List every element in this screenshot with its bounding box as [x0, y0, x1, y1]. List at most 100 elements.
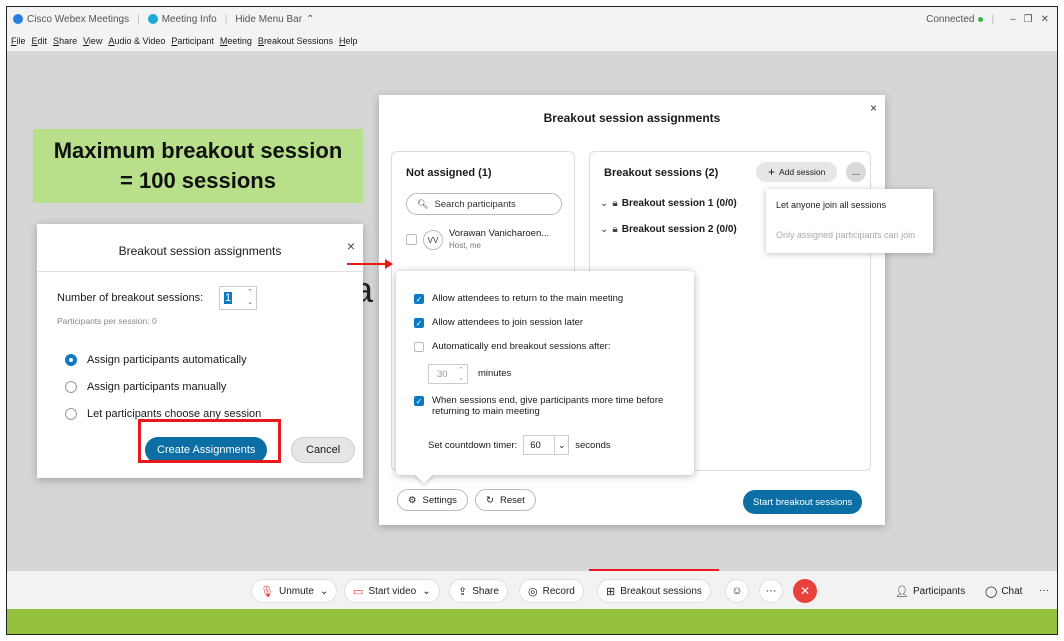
close-window-icon[interactable]: ✕	[1041, 14, 1049, 25]
connection-status: Connected	[926, 14, 984, 25]
search-icon: 🔍︎	[417, 198, 429, 209]
menu-participant[interactable]: Participant	[171, 36, 214, 46]
stepper-arrows-icon[interactable]: ⌃ ⌄	[247, 288, 253, 308]
minutes-label: minutes	[478, 368, 512, 379]
search-input[interactable]: 🔍︎ Search participants	[406, 193, 562, 215]
breakout-sessions-title: Breakout sessions (2)	[604, 167, 719, 179]
restore-icon[interactable]: ❐	[1024, 14, 1033, 25]
meeting-info-button[interactable]: Meeting Info	[147, 14, 217, 25]
start-breakout-sessions-button[interactable]: Start breakout sessions	[743, 490, 863, 514]
share-button[interactable]: ⇪ Share	[449, 579, 508, 603]
chevron-down-icon: ⌄	[600, 198, 609, 209]
highlight-create-assignments	[138, 419, 281, 463]
menu-help[interactable]: Help	[339, 36, 358, 46]
status-dot-icon	[978, 16, 984, 22]
mic-muted-icon: 🎙︎	[260, 585, 274, 598]
cancel-button[interactable]: Cancel	[291, 437, 356, 463]
radio-assign-manual[interactable]: Assign participants manually	[65, 381, 226, 393]
radio-selected-icon[interactable]	[65, 354, 77, 366]
session-row-1[interactable]: ⌄ 🔒︎ Breakout session 1 (0/0)	[600, 198, 737, 209]
breakout-sessions-button[interactable]: ⊞ Breakout sessions	[597, 579, 711, 603]
chat-icon: ◯	[985, 586, 998, 598]
participant-role: Host, me	[449, 241, 482, 250]
app-window: Cisco Webex Meetings | Meeting Info | Hi…	[6, 6, 1058, 635]
num-sessions-stepper[interactable]: 1 ⌃ ⌄	[219, 286, 257, 310]
countdown-timer-row: Set countdown timer: 60 ⌄ seconds	[428, 435, 611, 455]
radio-assign-auto[interactable]: Assign participants automatically	[65, 354, 247, 366]
checkbox-unchecked-icon[interactable]	[414, 342, 424, 352]
session-options-menu: Let anyone join all sessions Only assign…	[766, 189, 933, 253]
chat-button[interactable]: ◯ Chat	[985, 585, 1022, 598]
menu-bar: File Edit Share View Audio & Video Parti…	[7, 31, 1057, 51]
close-icon[interactable]: ×	[347, 238, 355, 254]
radio-unselected-icon[interactable]	[65, 408, 77, 420]
record-icon: ◎	[528, 585, 538, 598]
chevron-up-icon: ⌃	[306, 13, 315, 25]
overflow-menu-icon[interactable]: ···	[1039, 585, 1049, 596]
breakout-grid-icon: ⊞	[606, 585, 616, 598]
separator: |	[991, 13, 995, 25]
avatar: VV	[423, 230, 443, 250]
not-assigned-title: Not assigned (1)	[406, 167, 492, 179]
participant-row[interactable]: VV Vorawan Vanicharoen... Host, me	[406, 228, 549, 250]
footer-banner	[7, 609, 1057, 634]
participants-button[interactable]: 👤︎ Participants	[895, 585, 965, 598]
add-session-button[interactable]: + Add session	[756, 162, 838, 182]
session-row-2[interactable]: ⌄ 🔒︎ Breakout session 2 (0/0)	[600, 224, 737, 235]
option-more-time[interactable]: ✓ When sessions end, give participants m…	[414, 395, 663, 417]
callout-line-2: = 100 sessions	[120, 168, 276, 193]
hide-menu-bar-button[interactable]: Hide Menu Bar ⌃	[235, 14, 314, 25]
chevron-down-icon: ⌄	[422, 585, 431, 597]
checkbox-checked-icon[interactable]: ✓	[414, 294, 424, 304]
reactions-button[interactable]: ☺	[725, 579, 749, 603]
video-off-icon: ▭	[353, 585, 364, 598]
menu-view[interactable]: View	[83, 36, 102, 46]
option-join-later[interactable]: ✓ Allow attendees to join session later	[414, 317, 583, 328]
menu-edit[interactable]: Edit	[32, 36, 48, 46]
chevron-down-icon: ⌄	[600, 224, 609, 235]
menu-share[interactable]: Share	[53, 36, 77, 46]
menu-file[interactable]: File	[11, 36, 26, 46]
checkbox-checked-icon[interactable]: ✓	[414, 396, 424, 406]
separator: |	[224, 13, 228, 25]
option-auto-end[interactable]: Automatically end breakout sessions afte…	[414, 341, 610, 352]
minimize-icon[interactable]: –	[1010, 14, 1016, 25]
arrow-right-icon	[385, 259, 393, 269]
option-return-main[interactable]: ✓ Allow attendees to return to the main …	[414, 293, 623, 304]
menu-audio-video[interactable]: Audio & Video	[108, 36, 165, 46]
app-title: Cisco Webex Meetings	[13, 14, 129, 25]
lock-icon: 🔒︎	[612, 198, 618, 209]
menu-item-anyone-join[interactable]: Let anyone join all sessions	[776, 200, 886, 210]
reset-button[interactable]: ↻ Reset	[475, 489, 536, 511]
timer-unit: seconds	[575, 439, 611, 451]
divider	[37, 271, 363, 272]
timer-select[interactable]: 60	[523, 435, 556, 455]
share-icon: ⇪	[458, 585, 468, 598]
record-button[interactable]: ◎ Record	[519, 579, 584, 603]
close-icon[interactable]: ×	[870, 101, 877, 115]
minutes-stepper[interactable]: 30 ⌃ ⌄	[428, 364, 468, 384]
chevron-down-icon: ⌄	[319, 585, 329, 597]
end-meeting-button[interactable]: ✕	[793, 579, 817, 603]
checkbox-checked-icon[interactable]: ✓	[414, 318, 424, 328]
settings-button[interactable]: ⚙ Settings	[397, 489, 468, 511]
menu-meeting[interactable]: Meeting	[220, 36, 252, 46]
people-icon: 👤︎	[895, 586, 909, 598]
lock-icon: 🔒︎	[612, 224, 618, 235]
info-icon	[147, 14, 158, 24]
more-options-button[interactable]: ···	[759, 579, 783, 603]
stepper-arrows-icon: ⌃ ⌄	[458, 367, 464, 382]
unmute-button[interactable]: 🎙︎ Unmute ⌄	[251, 579, 338, 603]
radio-unselected-icon[interactable]	[65, 381, 77, 393]
callout-line-1: Maximum breakout session	[53, 138, 343, 163]
participant-name: Vorawan Vanicharoen...	[449, 228, 550, 239]
timer-label: Set countdown timer:	[428, 439, 518, 451]
more-options-button[interactable]: ...	[846, 162, 866, 182]
participant-checkbox[interactable]	[406, 234, 417, 245]
gear-icon: ⚙	[408, 494, 417, 506]
menu-breakout-sessions[interactable]: Breakout Sessions	[258, 36, 333, 46]
chevron-down-icon[interactable]: ⌄	[555, 435, 570, 455]
num-sessions-label: Number of breakout sessions:	[57, 292, 204, 304]
webex-logo-icon	[13, 14, 23, 24]
start-video-button[interactable]: ▭ Start video ⌄	[344, 579, 440, 603]
